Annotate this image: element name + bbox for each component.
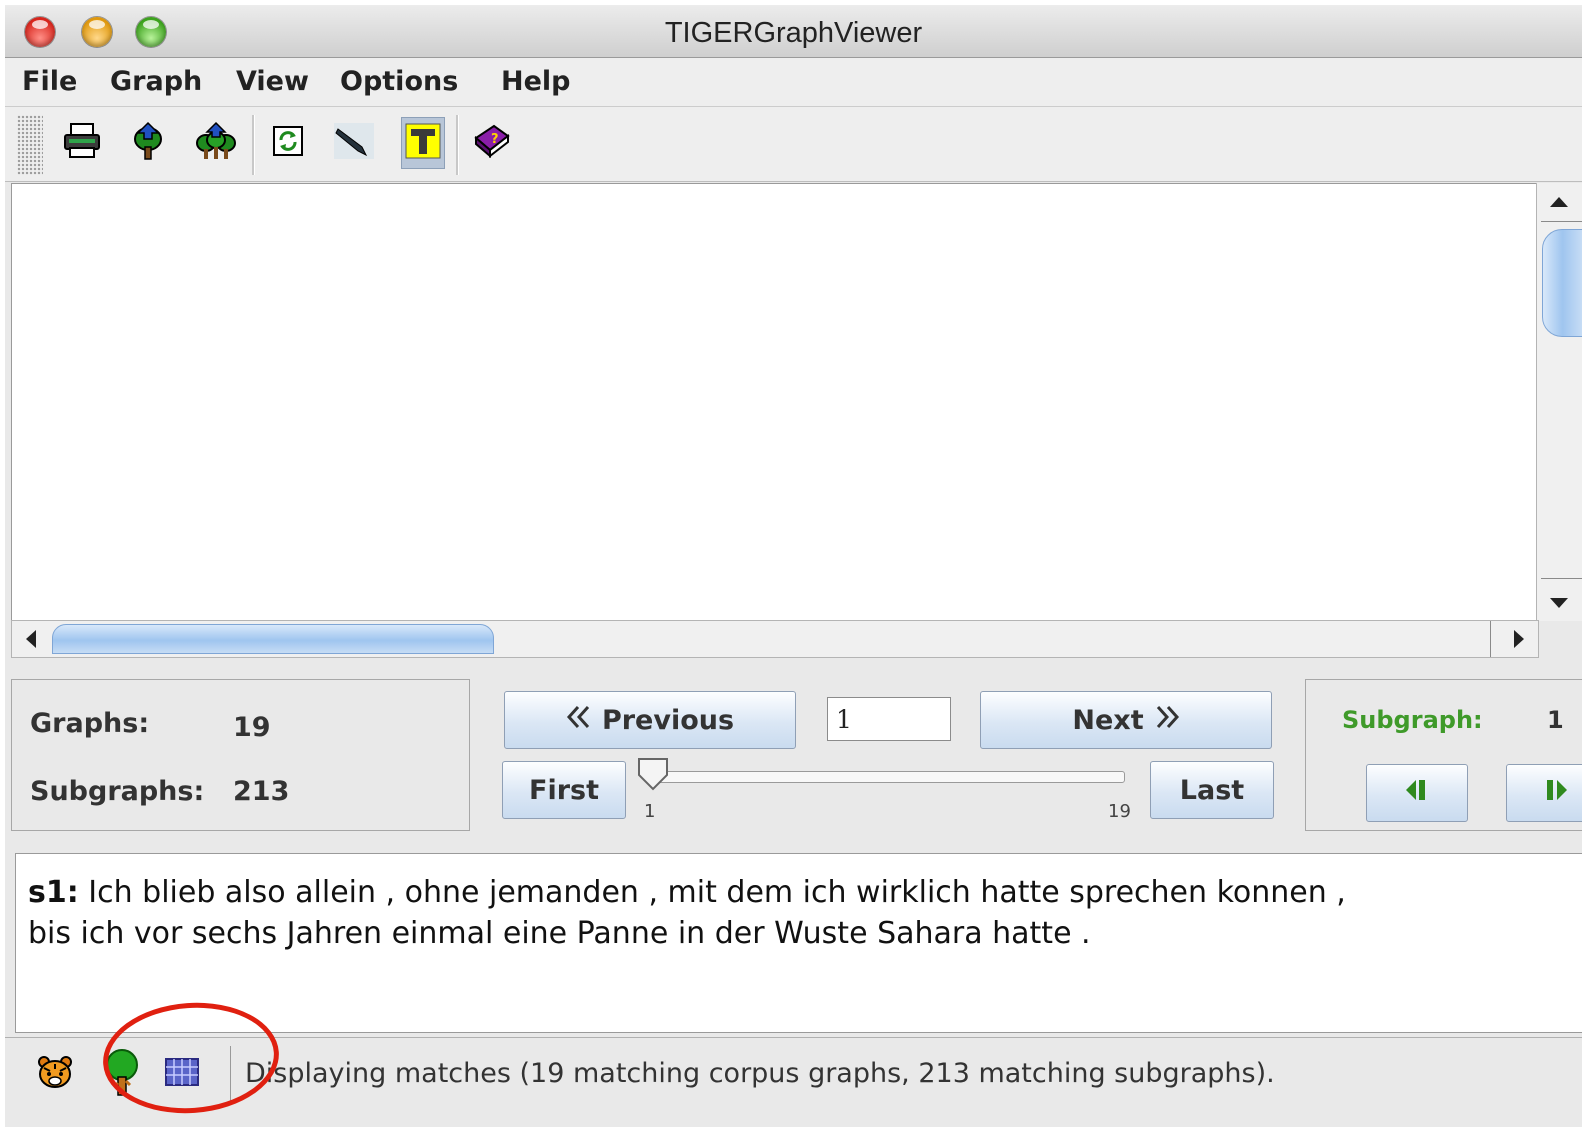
menu-help[interactable]: Help [501,66,571,97]
next-button[interactable]: Next [980,691,1272,749]
help-book-icon: ? [472,122,512,164]
last-label: Last [1179,774,1245,806]
previous-subgraph-button[interactable] [1366,764,1468,822]
horizontal-scrollbar[interactable] [11,620,1539,658]
pen-icon [332,121,376,165]
text-toggle-button[interactable] [401,117,445,169]
double-chevron-right-icon [1154,704,1180,737]
toolbar-separator [252,115,255,175]
previous-button[interactable]: Previous [504,691,796,749]
toolbar-grip[interactable] [17,115,43,175]
last-button[interactable]: Last [1150,761,1274,819]
sentence-line-1: Ich blieb also allein , ohne jemanden , … [88,875,1346,910]
graph-canvas[interactable] [11,183,1541,621]
toolbar-separator [456,115,459,175]
export-tree-button[interactable] [126,117,170,169]
menu-options[interactable]: Options [340,66,458,97]
vertical-scrollbar[interactable] [1536,183,1582,621]
export-forest-button[interactable] [194,117,238,169]
first-button[interactable]: First [502,761,626,819]
tiger-icon [36,1054,74,1094]
subgraph-panel: Subgraph: 1 [1305,679,1582,831]
subgraph-number: 1 [1547,706,1564,734]
printer-icon [62,122,102,164]
print-button[interactable] [60,117,104,169]
scroll-down-icon[interactable] [1550,598,1568,608]
menu-file[interactable]: File [22,66,77,97]
help-button[interactable]: ? [470,117,514,169]
sentence-id: s1: [28,875,79,910]
previous-label: Previous [601,704,735,736]
app-window: TIGERGraphViewer File Graph View Options… [5,5,1582,1127]
match-info-panel: Graphs: 19 Subgraphs: 213 [11,679,470,831]
vertical-scroll-thumb[interactable] [1542,229,1582,337]
menu-graph[interactable]: Graph [110,66,202,97]
window-title: TIGERGraphViewer [664,17,923,49]
graphs-label: Graphs: [30,708,150,739]
step-back-icon [1402,777,1432,810]
menu-view[interactable]: View [236,66,309,97]
slider-min-label: 1 [644,801,656,822]
svg-text:?: ? [491,132,499,147]
first-label: First [529,774,599,806]
refresh-button[interactable] [266,117,310,169]
toolbar: ? [5,107,1582,182]
subgraphs-label: Subgraphs: [30,776,205,807]
pen-tool-button[interactable] [332,117,376,169]
scroll-right-icon[interactable] [1514,630,1524,648]
double-chevron-left-icon [566,704,592,737]
step-forward-icon [1542,777,1572,810]
sentence-line-2: bis ich vor sechs Jahren einmal eine Pan… [28,916,1091,951]
graph-number-input[interactable] [827,697,951,741]
tiger-view-button[interactable] [33,1052,77,1096]
forest-export-icon [195,121,237,165]
next-subgraph-button[interactable] [1506,764,1582,822]
text-toggle-icon [405,123,441,163]
horizontal-scroll-thumb[interactable] [52,624,494,654]
graph-slider-track[interactable] [653,771,1125,783]
menu-bar: File Graph View Options Help [5,58,1582,107]
graph-slider-thumb[interactable] [637,757,669,791]
next-label: Next [1072,704,1144,736]
status-message: Displaying matches (19 matching corpus g… [230,1046,1582,1102]
scroll-up-icon[interactable] [1550,197,1568,207]
sentence-text-area[interactable]: s1: Ich blieb also allein , ohne jemande… [15,853,1582,1033]
slider-max-label: 19 [1108,801,1131,822]
subgraph-label: Subgraph: [1342,706,1483,734]
title-bar: TIGERGraphViewer [5,5,1582,58]
refresh-icon [271,124,305,162]
tree-export-icon [130,121,166,165]
graphs-count: 19 [233,712,271,743]
scroll-left-icon[interactable] [26,630,36,648]
subgraphs-count: 213 [233,776,290,807]
